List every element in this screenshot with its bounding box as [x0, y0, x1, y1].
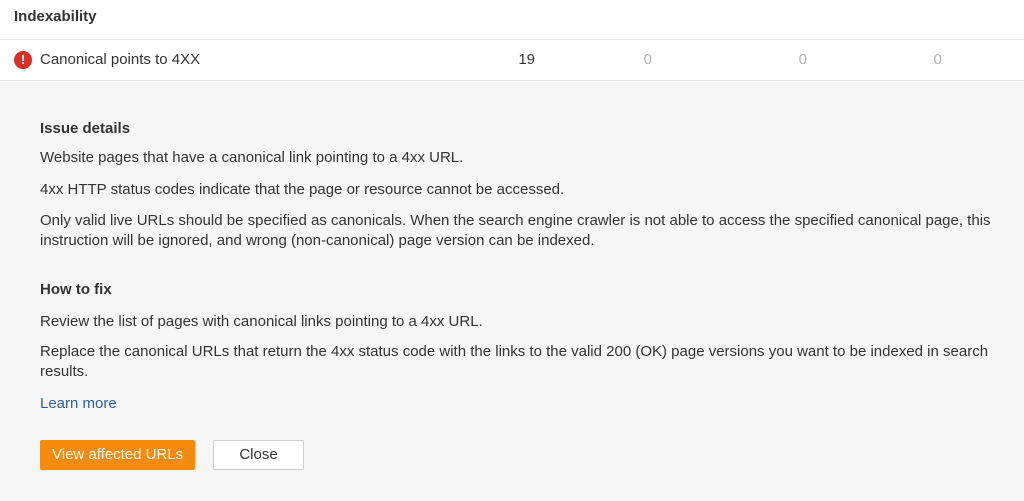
issue-count-2: 0: [643, 51, 652, 68]
how-to-fix-heading: How to fix: [40, 281, 112, 298]
issue-name[interactable]: Canonical points to 4XX: [40, 51, 200, 69]
close-button[interactable]: Close: [213, 440, 304, 470]
issue-details-panel: Issue details Website pages that have a …: [0, 82, 1024, 501]
issue-details-heading: Issue details: [40, 120, 131, 137]
error-icon: !: [14, 51, 32, 69]
issue-row[interactable]: ! Canonical points to 4XX 19 0 0 0: [0, 40, 1024, 81]
issue-count-3: 0: [798, 51, 807, 68]
issue-count-1: 19: [518, 51, 535, 68]
learn-more-link[interactable]: Learn more: [40, 395, 117, 413]
issue-description-1: Website pages that have a canonical link…: [40, 149, 464, 166]
view-affected-urls-button[interactable]: View affected URLs: [40, 440, 196, 470]
section-title: Indexability: [14, 8, 97, 25]
section-header: Indexability: [0, 0, 1024, 40]
fix-description-1: Review the list of pages with canonical …: [40, 313, 483, 330]
issue-count-4: 0: [933, 51, 942, 68]
issue-description-2: 4xx HTTP status codes indicate that the …: [40, 181, 565, 198]
fix-description-2: Replace the canonical URLs that return t…: [40, 343, 989, 380]
issue-description-3: Only valid live URLs should be specified…: [40, 212, 991, 249]
